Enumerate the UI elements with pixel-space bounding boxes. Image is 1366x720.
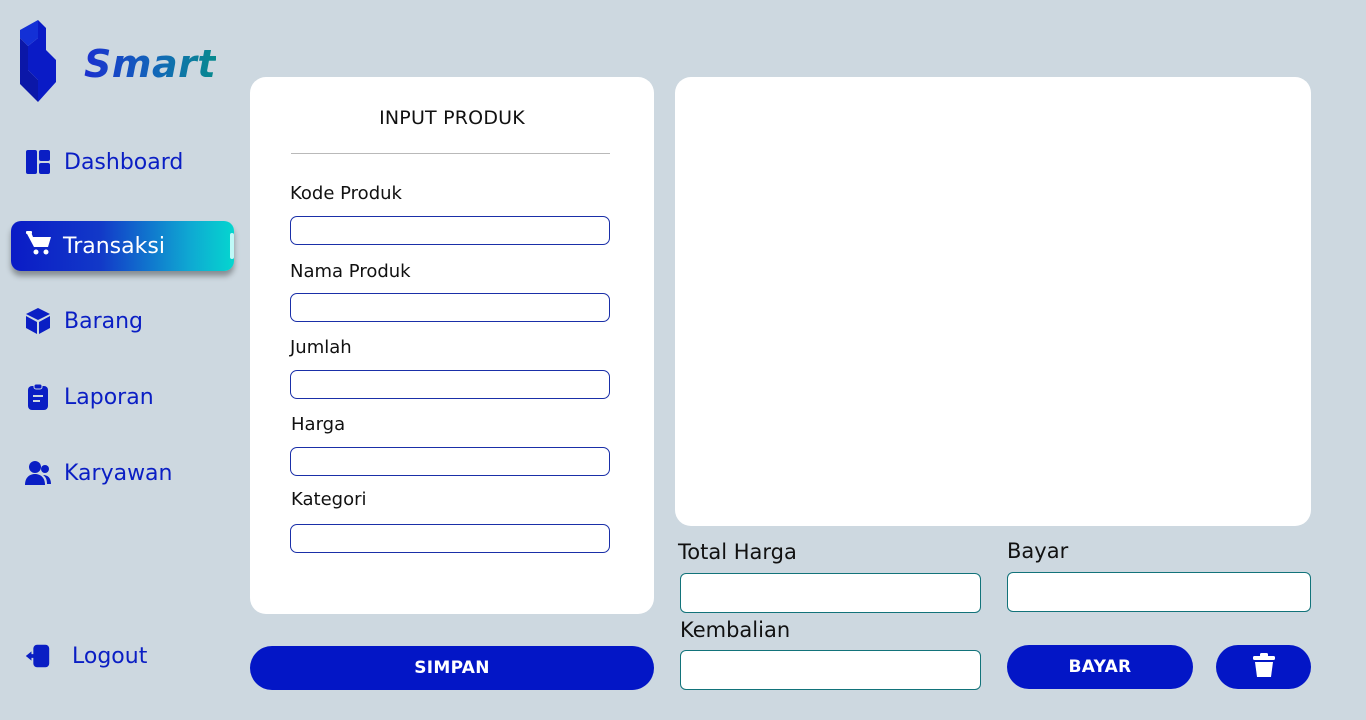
harga-input[interactable] xyxy=(290,447,610,476)
sidebar-item-label: Laporan xyxy=(64,384,154,410)
sidebar-item-karyawan[interactable]: Karyawan xyxy=(24,459,173,487)
field-label-harga: Harga xyxy=(291,414,346,435)
app-logo xyxy=(18,20,58,102)
logout-icon xyxy=(24,642,52,670)
field-label-jumlah: Jumlah xyxy=(290,337,352,358)
brand-name: Smart xyxy=(84,42,217,86)
kategori-input[interactable] xyxy=(290,524,610,553)
sidebar-item-dashboard[interactable]: Dashboard xyxy=(24,148,183,176)
sidebar-item-barang[interactable]: Barang xyxy=(24,307,143,335)
bayar-button[interactable]: BAYAR xyxy=(1007,645,1193,689)
total-harga-label: Total Harga xyxy=(678,540,797,564)
jumlah-input[interactable] xyxy=(290,370,610,399)
sidebar-item-transaksi[interactable]: Transaksi xyxy=(11,221,234,271)
sidebar-item-laporan[interactable]: Laporan xyxy=(24,383,154,411)
users-icon xyxy=(24,459,52,487)
logo-icon xyxy=(20,20,56,102)
cart-icon xyxy=(25,229,53,263)
kembalian-input[interactable] xyxy=(680,650,981,690)
bayar-input[interactable] xyxy=(1007,572,1311,612)
box-icon xyxy=(24,307,52,335)
form-title: INPUT PRODUK xyxy=(379,107,525,129)
field-label-kode-produk: Kode Produk xyxy=(290,183,402,204)
bayar-label: Bayar xyxy=(1007,539,1069,563)
kembalian-label: Kembalian xyxy=(680,618,791,642)
clipboard-icon xyxy=(24,383,52,411)
kode-produk-input[interactable] xyxy=(290,216,610,245)
delete-button[interactable] xyxy=(1216,645,1311,689)
trash-icon xyxy=(1251,652,1277,683)
dashboard-icon xyxy=(24,148,52,176)
sidebar-item-label: Barang xyxy=(64,308,144,334)
divider xyxy=(291,153,610,154)
field-label-kategori: Kategori xyxy=(291,489,367,510)
transaction-list-panel xyxy=(675,77,1311,526)
logout-label: Logout xyxy=(72,643,148,669)
input-product-card: INPUT PRODUK Kode Produk Nama Produk Jum… xyxy=(250,77,654,614)
field-label-nama-produk: Nama Produk xyxy=(290,261,411,282)
simpan-button[interactable]: SIMPAN xyxy=(250,646,654,690)
sidebar-item-label: Dashboard xyxy=(64,149,184,175)
logout-button[interactable]: Logout xyxy=(24,642,147,670)
nama-produk-input[interactable] xyxy=(290,293,610,322)
sidebar-item-label: Transaksi xyxy=(63,233,165,259)
total-harga-input[interactable] xyxy=(680,573,981,613)
sidebar-item-label: Karyawan xyxy=(64,460,173,486)
